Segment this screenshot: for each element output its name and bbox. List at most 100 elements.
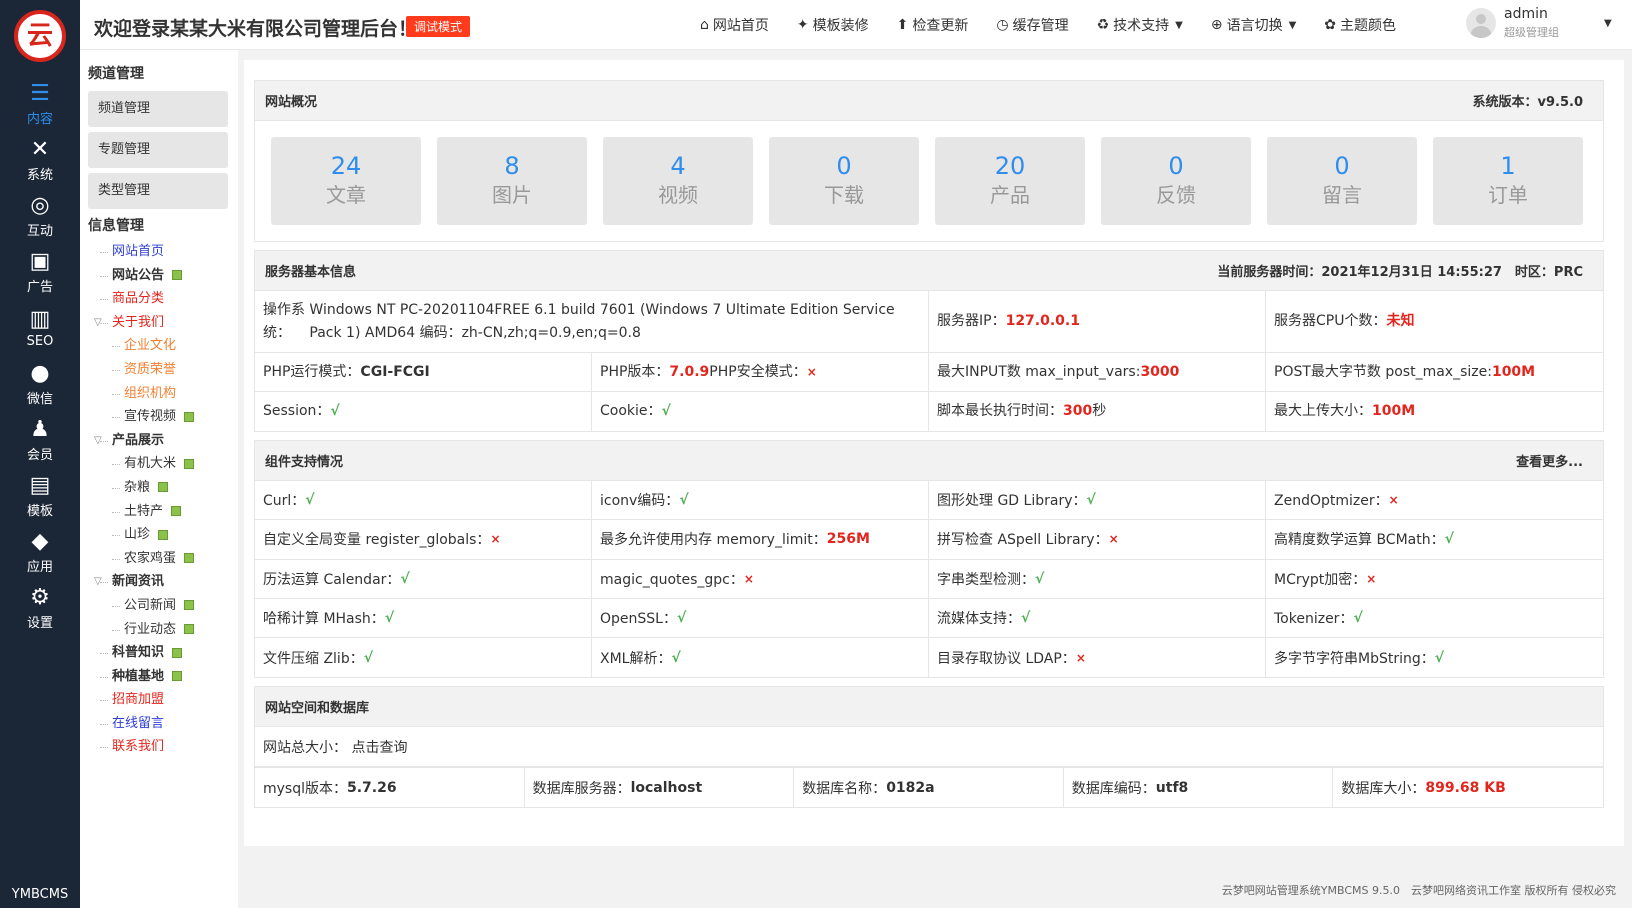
tree-node-label[interactable]: 商品分类 [112, 291, 164, 306]
tree-node[interactable]: 网站首页 [88, 240, 230, 264]
tree-node[interactable]: 土特产 [88, 500, 230, 524]
tree-node[interactable]: 联系我们 [88, 735, 230, 759]
app-cube-icon: ◆ [31, 528, 49, 554]
tree-node-label[interactable]: 有机大米 [124, 456, 176, 471]
sidebar-item-3[interactable]: ▣ 广告 [0, 244, 80, 300]
stat-card[interactable]: 0 留言 [1267, 137, 1417, 225]
tree-node-label[interactable]: 联系我们 [112, 739, 164, 754]
tree-node-label[interactable]: 新闻资讯 [112, 574, 164, 589]
channel-button-2[interactable]: 类型管理 [88, 173, 228, 209]
sidebar-item-6[interactable]: ♟ 会员 [0, 412, 80, 468]
stat-label: 产品 [990, 183, 1030, 207]
stat-card[interactable]: 4 视频 [603, 137, 753, 225]
tree-node[interactable]: 商品分类 [88, 287, 230, 311]
page-icon[interactable] [172, 647, 183, 658]
collapse-toggle-icon[interactable]: ▽ [94, 429, 102, 453]
site-size-query-link[interactable]: 点击查询 [351, 737, 407, 757]
tree-node[interactable]: 在线留言 [88, 712, 230, 736]
sidebar-item-7[interactable]: ▤ 模板 [0, 468, 80, 524]
collapse-toggle-icon[interactable]: ▽ [94, 311, 102, 335]
tree-node[interactable]: 招商加盟 [88, 688, 230, 712]
sidebar-item-4[interactable]: ▥ SEO [0, 300, 80, 356]
top-menu-item-2[interactable]: ⬆ 检查更新 [897, 15, 969, 35]
tree-node[interactable]: 行业动态 [88, 618, 230, 642]
tree-node-label[interactable]: 关于我们 [112, 315, 164, 330]
tree-node[interactable]: 资质荣誉 [88, 358, 230, 382]
tree-node-label[interactable]: 种植基地 [112, 669, 164, 684]
top-menu-item-3[interactable]: ◷ 缓存管理 [996, 15, 1068, 35]
tree-node-label[interactable]: 科普知识 [112, 645, 164, 660]
page-icon[interactable] [171, 506, 182, 517]
tree-node[interactable]: ▽ 新闻资讯 [88, 570, 230, 594]
info-key: PHP版本： [600, 363, 670, 380]
stat-card[interactable]: 24 文章 [271, 137, 421, 225]
stat-card[interactable]: 0 下载 [769, 137, 919, 225]
stat-card[interactable]: 0 反馈 [1101, 137, 1251, 225]
tree-node[interactable]: 公司新闻 [88, 594, 230, 618]
tree-node-label[interactable]: 土特产 [124, 504, 163, 519]
top-menu-item-5[interactable]: ⊕ 语言切换 ▼ [1211, 15, 1296, 35]
channel-button-0[interactable]: 频道管理 [88, 91, 228, 127]
page-icon[interactable] [158, 529, 169, 540]
sidebar-item-2[interactable]: ◎ 互动 [0, 188, 80, 244]
sidebar-item-8[interactable]: ◆ 应用 [0, 524, 80, 580]
collapse-toggle-icon[interactable]: ▽ [94, 570, 102, 594]
tree-node-label[interactable]: 企业文化 [124, 338, 176, 353]
sidebar-item-9[interactable]: ⚙ 设置 [0, 580, 80, 636]
tree-node-label[interactable]: 组织机构 [124, 386, 176, 401]
top-menu-item-6[interactable]: ✿ 主题颜色 [1324, 15, 1396, 35]
user-menu[interactable]: admin 超级管理组 [1466, 6, 1559, 40]
top-menu-label: 模板装修 [812, 18, 869, 34]
page-icon[interactable] [184, 600, 195, 611]
tree-node-label[interactable]: 网站首页 [112, 244, 164, 259]
tree-node[interactable]: 科普知识 [88, 641, 230, 665]
tree-node-label[interactable]: 招商加盟 [112, 692, 164, 707]
page-icon[interactable] [158, 482, 169, 493]
top-menu-item-0[interactable]: ⌂ 网站首页 [700, 15, 769, 35]
stat-card[interactable]: 1 订单 [1433, 137, 1583, 225]
tree-node[interactable]: 农家鸡蛋 [88, 547, 230, 571]
tree-node[interactable]: 杂粮 [88, 476, 230, 500]
tree-node-label[interactable]: 公司新闻 [124, 598, 176, 613]
tree-node[interactable]: 宣传视频 [88, 405, 230, 429]
page-icon[interactable] [184, 458, 195, 469]
tree-node-label[interactable]: 山珍 [124, 527, 150, 542]
page-icon[interactable] [172, 671, 183, 682]
tree-node-label[interactable]: 宣传视频 [124, 409, 176, 424]
stat-card[interactable]: 20 产品 [935, 137, 1085, 225]
page-icon[interactable] [184, 624, 195, 634]
page-icon[interactable] [172, 270, 183, 281]
sidebar-item-0[interactable]: ☰ 内容 [0, 76, 80, 132]
info-cell: 最大INPUT数 max_input_vars: 3000 [929, 353, 1266, 392]
tree-node[interactable]: 网站公告 [88, 264, 230, 288]
tree-node[interactable]: ▽ 产品展示 [88, 429, 230, 453]
stat-card[interactable]: 8 图片 [437, 137, 587, 225]
info-cell: OpenSSL： √ [592, 598, 929, 639]
avatar[interactable] [1466, 8, 1496, 38]
tree-node[interactable]: ▽ 关于我们 [88, 311, 230, 335]
tree-node-label[interactable]: 行业动态 [124, 622, 176, 637]
tree-node[interactable]: 企业文化 [88, 334, 230, 358]
tree-node-label[interactable]: 杂粮 [124, 480, 150, 495]
tree-node-label[interactable]: 资质荣誉 [124, 362, 176, 377]
page-icon[interactable] [184, 411, 195, 422]
logo[interactable]: 云 [14, 10, 66, 62]
tree-node-label[interactable]: 产品展示 [112, 433, 164, 448]
tree-node[interactable]: 组织机构 [88, 382, 230, 406]
tree-node[interactable]: 山珍 [88, 523, 230, 547]
channel-button-1[interactable]: 专题管理 [88, 132, 228, 168]
tree-node-label[interactable]: 网站公告 [112, 268, 164, 283]
info-value: √ [305, 492, 315, 509]
tree-node[interactable]: 种植基地 [88, 665, 230, 689]
info-key: 数据库大小： [1341, 780, 1426, 797]
top-menu-item-1[interactable]: ✦ 模板装修 [797, 15, 869, 35]
tree-node-label[interactable]: 在线留言 [112, 716, 164, 731]
tree-node-label[interactable]: 农家鸡蛋 [124, 551, 176, 566]
top-menu-item-4[interactable]: ♻ 技术支持 ▼ [1097, 15, 1183, 35]
sidebar-item-1[interactable]: ✕ 系统 [0, 132, 80, 188]
page-icon[interactable] [184, 553, 195, 564]
sidebar-item-5[interactable]: ● 微信 [0, 356, 80, 412]
chevron-down-icon[interactable]: ▼ [1604, 18, 1612, 29]
view-more-link[interactable]: 查看更多... [1516, 451, 1583, 470]
tree-node[interactable]: 有机大米 [88, 452, 230, 476]
